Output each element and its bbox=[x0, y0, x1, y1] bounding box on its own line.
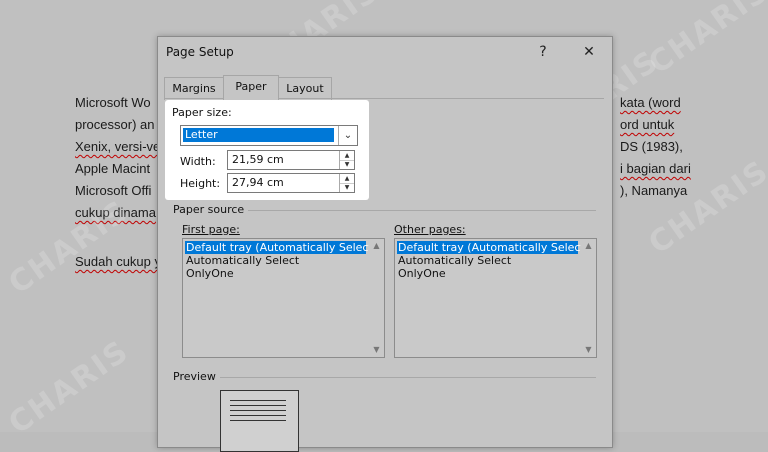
doc-right-line-2: ord untuk bbox=[620, 117, 675, 132]
doc-line-7: Sudah cukup y bbox=[75, 254, 162, 269]
width-spinner[interactable]: 21,59 cm ▲ ▼ bbox=[227, 150, 355, 170]
doc-right-line-3: DS (1983), bbox=[620, 139, 683, 154]
tab-margins[interactable]: Margins bbox=[164, 77, 224, 100]
preview-label: Preview bbox=[173, 370, 220, 383]
preview-divider bbox=[214, 377, 596, 378]
paper-source-divider bbox=[240, 210, 596, 211]
width-spin-buttons[interactable]: ▲ ▼ bbox=[339, 151, 354, 169]
list-item[interactable]: Automatically Select bbox=[397, 254, 511, 267]
preview-text-line bbox=[230, 420, 286, 421]
doc-line-5: Microsoft Offi bbox=[75, 183, 152, 198]
doc-right-line-5: ), Namanya bbox=[620, 183, 688, 198]
list-item[interactable]: Automatically Select bbox=[185, 254, 299, 267]
height-label: Height: bbox=[180, 177, 221, 190]
height-value[interactable]: 27,94 cm bbox=[232, 176, 284, 189]
paper-size-label: Paper size: bbox=[172, 106, 232, 119]
width-value[interactable]: 21,59 cm bbox=[232, 153, 284, 166]
first-page-label: First page: bbox=[182, 223, 244, 236]
preview-text-line bbox=[230, 415, 286, 416]
tab-layout[interactable]: Layout bbox=[278, 77, 332, 100]
doc-line-2: processor) an bbox=[75, 117, 155, 132]
preview-text-line bbox=[230, 410, 286, 411]
preview-page bbox=[220, 390, 299, 452]
list-item[interactable]: Default tray (Automatically Select) bbox=[397, 241, 589, 254]
doc-line-4: Apple Macint bbox=[75, 161, 151, 176]
scroll-up-icon[interactable]: ▲ bbox=[581, 239, 596, 253]
close-button[interactable]: ✕ bbox=[576, 41, 602, 63]
list-item[interactable]: OnlyOne bbox=[185, 267, 234, 280]
first-page-listbox[interactable]: Default tray (Automatically Select) Auto… bbox=[182, 238, 385, 358]
other-pages-scrollbar[interactable]: ▲ ▼ bbox=[581, 239, 596, 357]
height-spinner[interactable]: 27,94 cm ▲ ▼ bbox=[227, 173, 355, 193]
first-page-scrollbar[interactable]: ▲ ▼ bbox=[369, 239, 384, 357]
other-pages-label: Other pages: bbox=[394, 223, 470, 236]
chevron-down-icon[interactable]: ⌄ bbox=[338, 126, 357, 145]
paper-source-label: Paper source bbox=[173, 203, 249, 216]
watermark: CHARIS bbox=[2, 333, 136, 442]
watermark: CHARIS bbox=[642, 0, 768, 82]
doc-right-line-4: i bagian dari bbox=[620, 161, 691, 176]
page-setup-dialog: Page Setup ? ✕ Margins Paper Layout Pape… bbox=[157, 36, 613, 448]
scroll-down-icon[interactable]: ▼ bbox=[581, 343, 596, 357]
dialog-titlebar[interactable]: Page Setup ? ✕ bbox=[158, 37, 612, 67]
other-pages-listbox[interactable]: Default tray (Automatically Select) Auto… bbox=[394, 238, 597, 358]
dialog-title: Page Setup bbox=[166, 45, 234, 59]
spin-down-icon[interactable]: ▼ bbox=[340, 183, 354, 192]
paper-size-panel: Paper size: Letter ⌄ Width: 21,59 cm ▲ ▼… bbox=[165, 100, 369, 200]
list-item[interactable]: OnlyOne bbox=[397, 267, 446, 280]
paper-size-value: Letter bbox=[183, 128, 334, 142]
preview-text-line bbox=[230, 400, 286, 401]
width-label: Width: bbox=[180, 155, 216, 168]
paper-size-dropdown[interactable]: Letter ⌄ bbox=[180, 125, 358, 146]
doc-line-1: Microsoft Wo bbox=[75, 95, 151, 110]
scroll-up-icon[interactable]: ▲ bbox=[369, 239, 384, 253]
doc-line-6: cukup dinama bbox=[75, 205, 156, 220]
preview-text-line bbox=[230, 405, 286, 406]
list-item[interactable]: Default tray (Automatically Select) bbox=[185, 241, 377, 254]
tab-paper[interactable]: Paper bbox=[223, 75, 279, 101]
spin-down-icon[interactable]: ▼ bbox=[340, 160, 354, 169]
scroll-down-icon[interactable]: ▼ bbox=[369, 343, 384, 357]
doc-line-3: Xenix, versi-ve bbox=[75, 139, 161, 154]
help-button[interactable]: ? bbox=[530, 41, 556, 63]
doc-right-line-1: kata (word bbox=[620, 95, 681, 110]
height-spin-buttons[interactable]: ▲ ▼ bbox=[339, 174, 354, 192]
